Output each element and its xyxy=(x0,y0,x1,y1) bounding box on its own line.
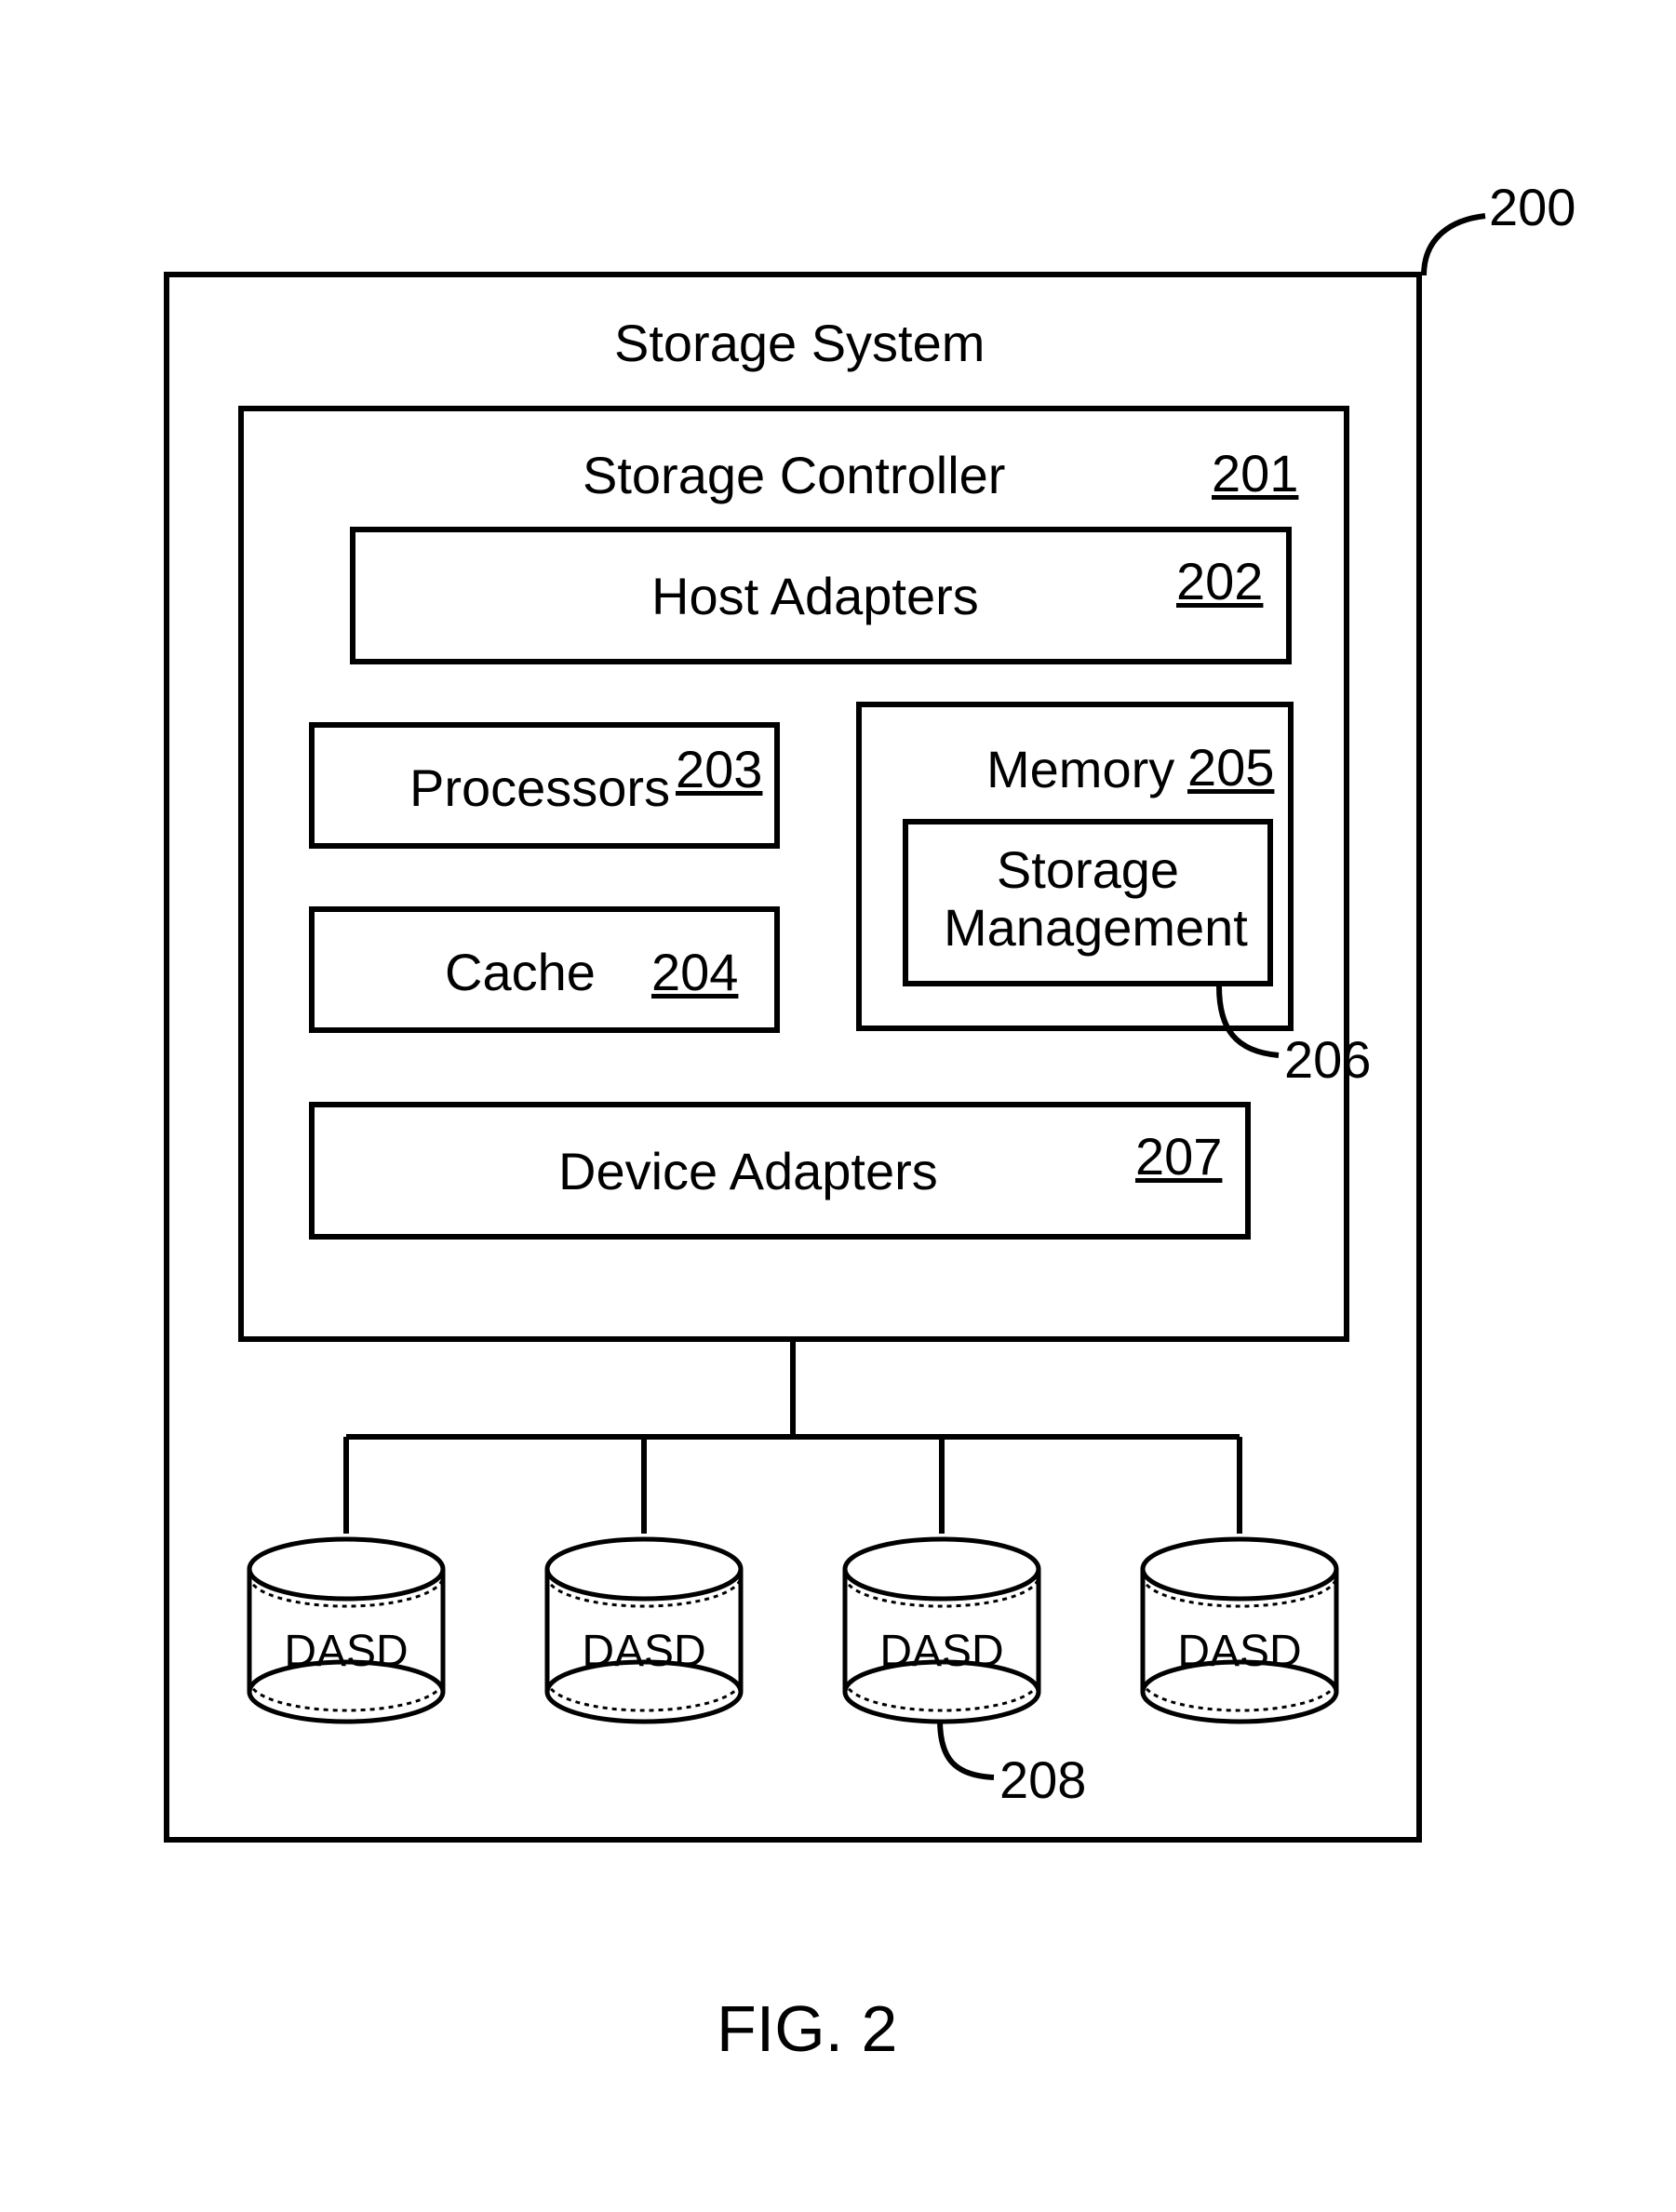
ref-dasd: 208 xyxy=(999,1749,1086,1810)
figure-caption: FIG. 2 xyxy=(717,1991,897,2066)
callout-208 xyxy=(0,0,1676,2212)
